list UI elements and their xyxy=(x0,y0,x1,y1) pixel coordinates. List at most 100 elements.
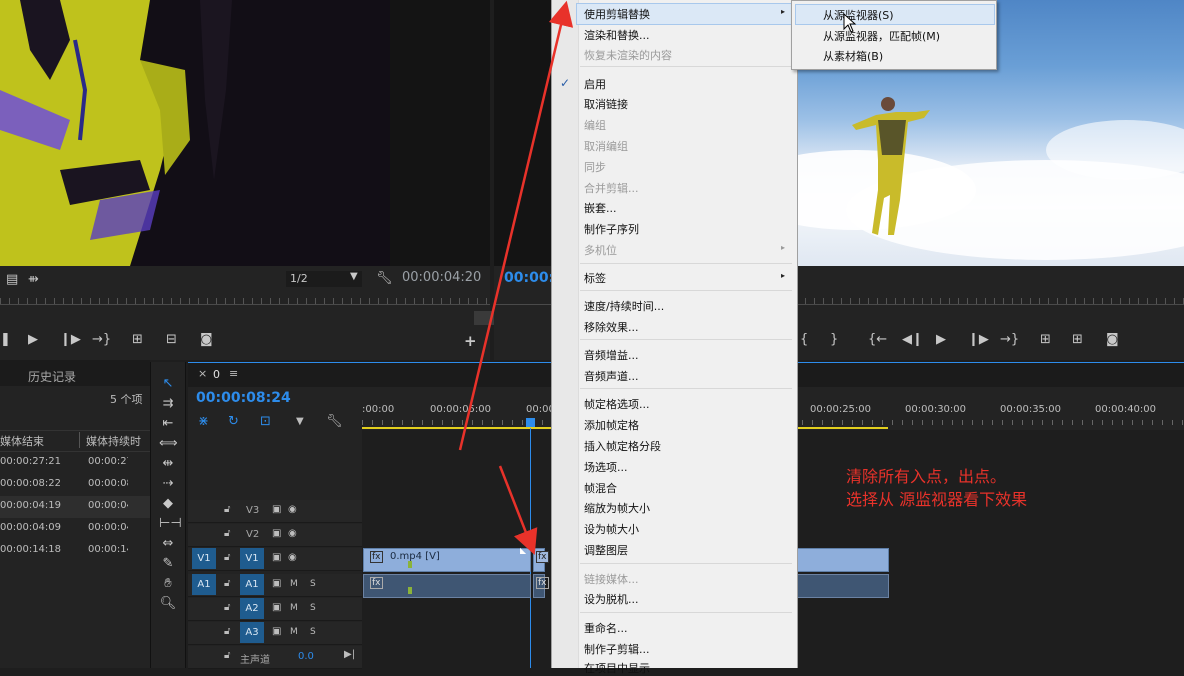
step-forward-icon[interactable]: ❙▶ xyxy=(968,332,989,347)
menu-item[interactable]: 帧混合 xyxy=(584,480,617,496)
tab-close-icon[interactable]: × xyxy=(198,367,207,380)
timeline-timecode[interactable]: 00:00:08:24 xyxy=(196,390,291,406)
zoom-select[interactable]: 1/2 ▼ xyxy=(286,271,362,287)
go-to-end-icon[interactable]: ▶| xyxy=(344,649,355,660)
menu-item[interactable]: 速度/持续时间... xyxy=(584,298,664,314)
video-clip-3[interactable] xyxy=(796,548,889,572)
source-patch-v1[interactable]: V1 xyxy=(192,548,216,569)
play-icon[interactable]: ▶ xyxy=(936,332,946,347)
lock-icon[interactable]: 🔓︎ xyxy=(224,504,230,515)
menu-item[interactable]: 音频声道... xyxy=(584,368,639,384)
razor-tool-icon[interactable]: ⇢ xyxy=(159,476,177,492)
submenu-item-from-bin[interactable]: 从素材箱(B) xyxy=(823,48,883,64)
track-target-a2[interactable]: A2 xyxy=(240,598,264,619)
track-target-a1[interactable]: A1 xyxy=(240,574,264,595)
audio-clip-1[interactable]: fx xyxy=(363,574,531,598)
hand-pen-icon[interactable]: ✎ xyxy=(159,556,177,572)
col-media-end[interactable]: 媒体结束 xyxy=(0,433,44,449)
menu-item[interactable]: 插入帧定格分段 xyxy=(584,438,661,454)
menu-item[interactable]: 设为帧大小 xyxy=(584,521,639,537)
camera-icon[interactable]: ◙ xyxy=(1106,332,1119,347)
sequence-tab[interactable]: 0 xyxy=(213,368,220,381)
step-forward-icon[interactable]: ❙▶ xyxy=(60,332,81,347)
slide-tool-icon[interactable]: ⊢⊣ xyxy=(159,516,182,532)
sync-icon[interactable]: ▣ xyxy=(272,626,281,637)
track-target-a3[interactable]: A3 xyxy=(240,622,264,643)
tab-menu-icon[interactable]: ≡ xyxy=(229,367,238,380)
linked-selection-icon[interactable]: ↻ xyxy=(228,414,239,429)
menu-item[interactable]: 音频增益... xyxy=(584,347,639,363)
video-clip-1[interactable]: fx 0.mp4 [V] ◣ xyxy=(363,546,531,572)
snap-icon[interactable]: ⋇ xyxy=(198,414,209,429)
go-to-in-icon[interactable]: {← xyxy=(868,332,887,347)
menu-item[interactable]: 制作子剪辑... xyxy=(584,641,650,657)
project-row[interactable]: 00:00:27:21 00:00:27 xyxy=(0,452,150,474)
mute-button[interactable]: M xyxy=(290,579,298,589)
play-icon[interactable]: ▶ xyxy=(28,332,38,347)
source-patch-a1[interactable]: A1 xyxy=(192,574,216,595)
step-back-icon[interactable]: ◀❙ xyxy=(902,332,923,347)
menu-item[interactable]: 调整图层 xyxy=(584,542,628,558)
menu-item[interactable]: 重命名... xyxy=(584,620,628,636)
toggle-output-icon[interactable]: ▣ xyxy=(272,504,281,515)
hand-tool-icon[interactable]: ✋︎ xyxy=(159,576,177,592)
extract-icon[interactable]: ⊞ xyxy=(1072,332,1083,347)
menu-item[interactable]: 缩放为帧大小 xyxy=(584,500,650,516)
selection-tool-icon[interactable]: ↖ xyxy=(159,376,177,392)
mark-in-icon[interactable]: { xyxy=(800,332,808,347)
overwrite-icon[interactable]: ⊟ xyxy=(166,332,177,347)
col-divider[interactable] xyxy=(79,432,80,448)
eye-icon[interactable]: ◉ xyxy=(288,552,297,563)
wrench-icon[interactable]: 🔧︎ xyxy=(376,271,393,286)
menu-item[interactable]: 取消链接 xyxy=(584,96,628,112)
ripple-edit-tool-icon[interactable]: ⇤ xyxy=(159,416,177,432)
rate-stretch-tool-icon[interactable]: ⇹ xyxy=(159,456,177,472)
lock-icon[interactable]: 🔓︎ xyxy=(224,602,230,613)
sync-icon[interactable]: ▣ xyxy=(272,578,281,589)
sync-icon[interactable]: ▣ xyxy=(272,602,281,613)
solo-button[interactable]: S xyxy=(310,603,316,613)
zoom-tool-icon[interactable]: 🔍︎ xyxy=(159,596,177,612)
lift-icon[interactable]: ⊞ xyxy=(1040,332,1051,347)
project-row[interactable]: 00:00:14:18 00:00:14 xyxy=(0,540,150,562)
solo-button[interactable]: S xyxy=(310,579,316,589)
menu-item[interactable]: 设为脱机... xyxy=(584,591,639,607)
go-to-out-icon[interactable]: →} xyxy=(1000,332,1019,347)
lock-icon[interactable]: 🔓︎ xyxy=(224,578,230,589)
track-select-tool-icon[interactable]: ⇉ xyxy=(159,396,177,412)
project-row[interactable]: 00:00:04:19 00:00:04 xyxy=(0,496,150,518)
menu-item[interactable]: 渲染和替换... xyxy=(584,27,650,43)
go-to-out-icon[interactable]: →} xyxy=(92,332,111,347)
track-target-v1[interactable]: V1 xyxy=(240,548,264,569)
settings-icon[interactable]: ▤ xyxy=(6,272,18,287)
rolling-edit-tool-icon[interactable]: ⟺ xyxy=(159,436,178,452)
marker-icon[interactable]: ▼ xyxy=(296,416,304,427)
pen-tool-icon[interactable]: ⇔ xyxy=(159,536,177,552)
menu-item[interactable]: 启用 xyxy=(584,76,606,92)
audio-clip-2[interactable]: fx xyxy=(533,574,549,598)
menu-item[interactable]: 嵌套... xyxy=(584,200,617,216)
mark-out-icon[interactable]: } xyxy=(830,332,838,347)
insert-icon[interactable]: ⊞ xyxy=(132,332,143,347)
menu-item[interactable]: 添加帧定格 xyxy=(584,417,639,433)
toggle-output-icon[interactable]: ▣ xyxy=(272,552,281,563)
playhead-marker[interactable] xyxy=(526,418,535,427)
mark-out-icon[interactable]: ❚ xyxy=(0,332,11,347)
col-media-duration[interactable]: 媒体持续时 xyxy=(86,433,141,449)
eye-icon[interactable]: ◉ xyxy=(288,504,297,515)
project-row[interactable]: 00:00:04:09 00:00:04 xyxy=(0,518,150,540)
menu-item[interactable]: 在项目中显示 xyxy=(584,660,650,676)
menu-item[interactable]: 帧定格选项... xyxy=(584,396,650,412)
wrench-icon[interactable]: 🔧︎ xyxy=(326,414,343,429)
eye-icon[interactable]: ◉ xyxy=(288,528,297,539)
toggle-output-icon[interactable]: ▣ xyxy=(272,528,281,539)
solo-button[interactable]: S xyxy=(310,627,316,637)
mute-button[interactable]: M xyxy=(290,603,298,613)
menu-item[interactable]: 使用剪辑替换 xyxy=(584,6,650,22)
audio-clip-3[interactable] xyxy=(796,574,889,598)
source-ruler[interactable] xyxy=(0,304,490,305)
export-frame-icon[interactable]: ⇻ xyxy=(28,272,39,287)
lock-icon[interactable]: 🔓︎ xyxy=(224,552,230,563)
slip-tool-icon[interactable]: ◆ xyxy=(159,496,177,512)
lock-icon[interactable]: 🔓︎ xyxy=(224,650,230,661)
